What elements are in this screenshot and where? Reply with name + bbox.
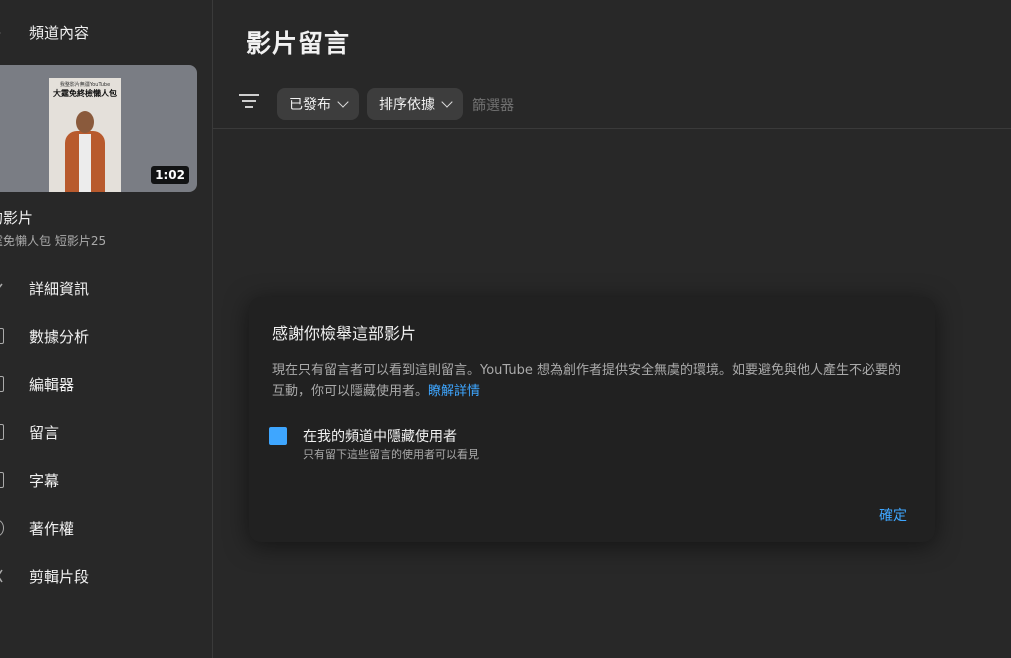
sidebar-item-label: 編輯器 <box>29 376 75 394</box>
pencil-icon <box>0 280 4 296</box>
sidebar-item-label: 數據分析 <box>29 328 90 346</box>
filter-icon[interactable] <box>239 94 259 110</box>
person-head <box>76 111 94 133</box>
clips-icon <box>0 568 4 584</box>
duration-badge: 1:02 <box>151 166 189 184</box>
dialog-body-text: 現在只有留言者可以看到這則留言。YouTube 想為創作者提供安全無虞的環境。如… <box>272 363 901 399</box>
back-arrow-icon[interactable]: – <box>0 22 4 44</box>
subtitles-icon <box>0 472 4 488</box>
thumbnail-text-1: 我整影片無疆YouTube <box>59 82 111 88</box>
filter-input[interactable]: 篩選器 <box>472 95 514 115</box>
hide-user-sublabel: 只有留下這些留言的使用者可以看見 <box>303 448 479 461</box>
sidebar-item-label: 字幕 <box>29 472 60 490</box>
sidebar-item-copyright[interactable]: 著作權 <box>0 514 212 562</box>
sidebar: – 頻道內容 我整影片無疆YouTube 大霆免終檢懶人包 1:02 的影片 霆… <box>0 0 213 658</box>
chevron-down-icon <box>337 95 349 108</box>
dialog-title: 感謝你檢舉這部影片 <box>272 324 417 343</box>
hide-user-label: 在我的頻道中隱藏使用者 <box>303 429 457 445</box>
confirm-button[interactable]: 確定 <box>879 505 907 525</box>
sidebar-item-label: 留言 <box>29 424 60 442</box>
learn-more-link[interactable]: 瞭解詳情 <box>428 384 480 399</box>
editor-icon <box>0 376 4 392</box>
sidebar-item-editor[interactable]: 編輯器 <box>0 370 212 418</box>
report-thanks-dialog: 感謝你檢舉這部影片 現在只有留言者可以看到這則留言。YouTube 想為創作者提… <box>249 297 935 542</box>
video-thumbnail[interactable]: 我整影片無疆YouTube 大霆免終檢懶人包 1:02 <box>0 65 197 192</box>
sidebar-item-subtitles[interactable]: 字幕 <box>0 466 212 514</box>
sidebar-item-analytics[interactable]: 數據分析 <box>0 322 212 370</box>
copyright-icon <box>0 520 4 536</box>
sidebar-item-label: 剪輯片段 <box>29 568 90 586</box>
person-shirt <box>79 134 91 192</box>
analytics-icon <box>0 328 4 344</box>
sidebar-item-label: 詳細資訊 <box>29 280 90 298</box>
sidebar-item-details[interactable]: 詳細資訊 <box>0 274 212 322</box>
sidebar-item-label: 著作權 <box>29 520 75 538</box>
hide-user-checkbox[interactable] <box>269 427 287 445</box>
published-filter-chip[interactable]: 已發布 <box>277 88 359 120</box>
thumbnail-image: 我整影片無疆YouTube 大霆免終檢懶人包 <box>49 78 121 192</box>
sort-filter-chip[interactable]: 排序依據 <box>367 88 463 120</box>
video-title: 的影片 <box>0 209 34 227</box>
sidebar-item-clips[interactable]: 剪輯片段 <box>0 562 212 610</box>
thumbnail-text-2: 大霆免終檢懶人包 <box>53 89 117 98</box>
chevron-down-icon <box>441 95 453 108</box>
hide-user-option[interactable]: 在我的頻道中隱藏使用者 只有留下這些留言的使用者可以看見 <box>269 426 869 466</box>
back-label[interactable]: 頻道內容 <box>29 22 89 44</box>
sidebar-nav: 詳細資訊 數據分析 編輯器 留言 字幕 著作權 剪輯片段 <box>0 274 212 610</box>
video-subtitle: 霆免懶人包 短影片25 <box>0 234 107 248</box>
sidebar-item-comments[interactable]: 留言 <box>0 418 212 466</box>
sort-chip-label: 排序依據 <box>379 97 435 113</box>
comments-icon <box>0 424 4 440</box>
page-title: 影片留言 <box>246 29 351 58</box>
filter-bar: 已發布 排序依據 篩選器 <box>213 80 1011 129</box>
dialog-body: 現在只有留言者可以看到這則留言。YouTube 想為創作者提供安全無虞的環境。如… <box>272 360 912 402</box>
published-chip-label: 已發布 <box>289 97 331 113</box>
